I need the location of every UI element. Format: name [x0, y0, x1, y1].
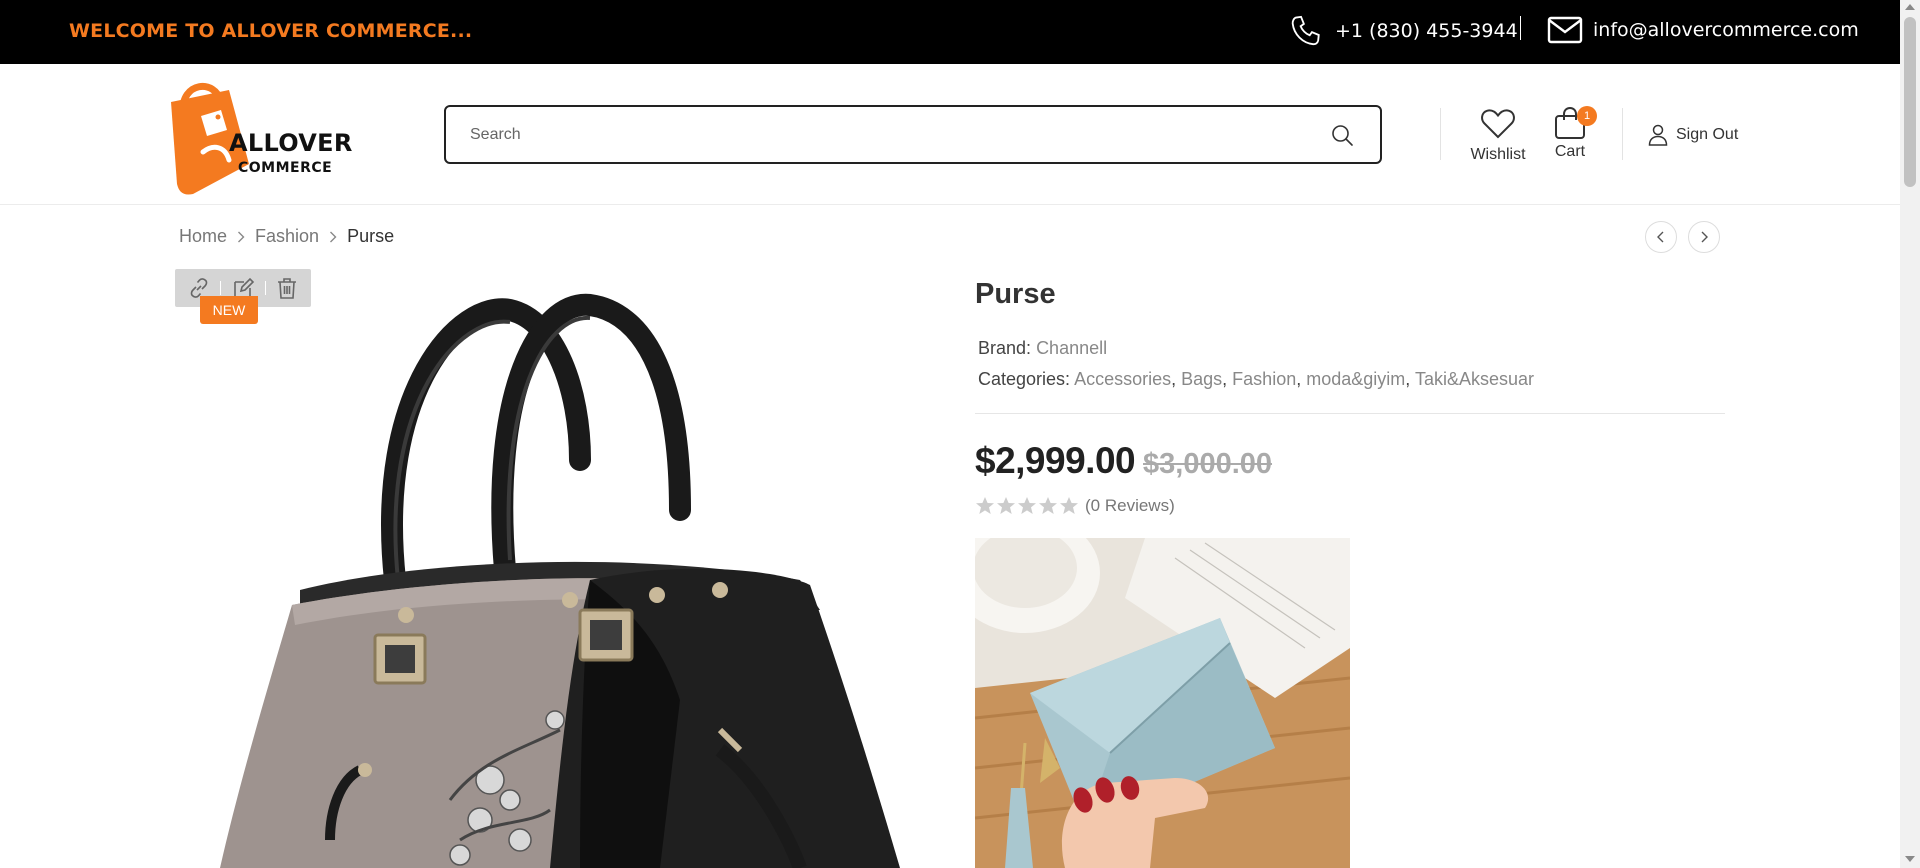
logo-title: ALLOVER: [229, 129, 353, 157]
heart-icon: [1481, 109, 1515, 139]
next-product-button[interactable]: [1688, 221, 1720, 253]
top-bar: WELCOME TO ALLOVER COMMERCE... +1 (830) …: [0, 0, 1900, 64]
brand-label: Brand:: [978, 338, 1032, 358]
category-link[interactable]: moda&giyim: [1306, 369, 1405, 389]
trash-icon: [278, 278, 297, 299]
cart-button[interactable]: 1 Cart: [1545, 106, 1597, 168]
star-icon: [1018, 497, 1036, 514]
vertical-scrollbar[interactable]: [1900, 0, 1920, 868]
cart-label: Cart: [1554, 143, 1586, 160]
logo-subtitle: COMMERCE: [238, 160, 333, 176]
chevron-right-icon: [1701, 231, 1708, 243]
new-badge: NEW: [200, 296, 258, 324]
category-link[interactable]: Accessories: [1074, 369, 1171, 389]
star-icon: [976, 497, 994, 514]
rating-stars[interactable]: [975, 496, 1079, 516]
breadcrumb-home[interactable]: Home: [179, 226, 227, 247]
product-main-image[interactable]: [160, 280, 920, 868]
categories-label: Categories:: [978, 369, 1071, 389]
previous-product-button[interactable]: [1645, 221, 1677, 253]
wishlist-label: Wishlist: [1470, 146, 1526, 163]
category-link[interactable]: Fashion: [1232, 369, 1296, 389]
chevron-left-icon: [1657, 231, 1664, 243]
user-icon: [1648, 124, 1668, 146]
search-icon[interactable]: [1330, 123, 1354, 147]
brand-link[interactable]: Channell: [1036, 338, 1107, 358]
category-link[interactable]: Taki&Aksesuar: [1415, 369, 1534, 389]
phone-icon: [1291, 15, 1320, 46]
cart-count-badge: 1: [1577, 106, 1597, 126]
breadcrumb-current: Purse: [347, 226, 395, 246]
product-title: Purse: [975, 278, 1056, 310]
envelope-icon: [1547, 16, 1583, 44]
sign-out-label: Sign Out: [1676, 126, 1739, 143]
reviews-link[interactable]: (0 Reviews): [1085, 496, 1175, 516]
current-price: $2,999.00: [975, 440, 1136, 481]
product-categories: Categories: Accessories, Bags, Fashion, …: [978, 369, 1535, 389]
divider: [975, 413, 1725, 414]
main-header: ALLOVER COMMERCE Wishlist 1 Cart Sign Ou…: [0, 64, 1900, 205]
category-link[interactable]: Bags: [1181, 369, 1222, 389]
welcome-message: WELCOME TO ALLOVER COMMERCE...: [69, 20, 473, 42]
divider: [264, 281, 266, 295]
scroll-down-arrow-icon[interactable]: [1905, 856, 1915, 862]
phone-number[interactable]: +1 (830) 455-3944: [1335, 20, 1518, 42]
breadcrumb-fashion[interactable]: Fashion: [255, 226, 319, 247]
star-icon: [1060, 497, 1078, 514]
product-thumbnail-image[interactable]: [975, 538, 1350, 868]
divider: [1622, 108, 1623, 160]
divider: [1520, 16, 1521, 40]
product-brand: Brand: Channell: [978, 338, 1107, 359]
chevron-right-icon: [238, 231, 245, 242]
delete-button[interactable]: [273, 274, 301, 302]
star-icon: [997, 497, 1015, 514]
scrollbar-thumb[interactable]: [1904, 17, 1916, 187]
wishlist-button[interactable]: Wishlist: [1465, 108, 1531, 168]
scroll-up-arrow-icon[interactable]: [1905, 4, 1915, 10]
star-icon: [1039, 497, 1057, 514]
divider: [1440, 108, 1441, 160]
original-price: $3,000.00: [1143, 448, 1273, 480]
email-address[interactable]: info@allovercommerce.com: [1593, 19, 1859, 41]
sign-out-button[interactable]: Sign Out: [1648, 122, 1738, 148]
chevron-right-icon: [330, 231, 337, 242]
search-input[interactable]: [470, 121, 1290, 149]
search-bar: [444, 105, 1382, 164]
divider: [220, 281, 222, 295]
breadcrumb: Home Fashion Purse: [179, 226, 394, 247]
